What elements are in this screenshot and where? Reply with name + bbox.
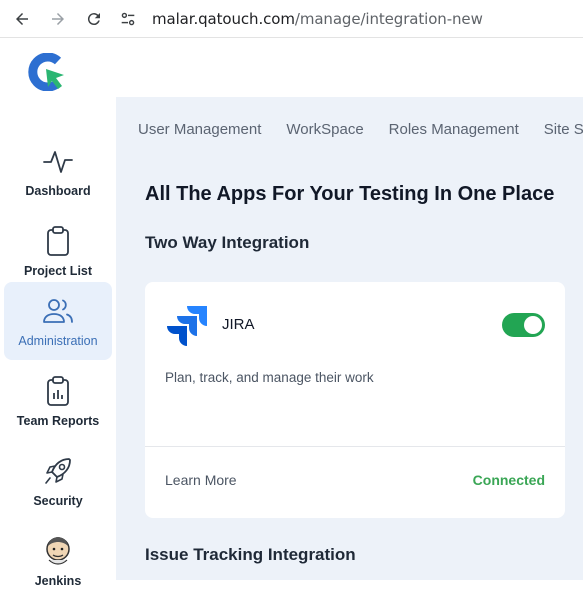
forward-button[interactable]	[40, 4, 76, 34]
browser-toolbar: malar.qatouch.com/manage/integration-new	[0, 0, 583, 38]
page-title: All The Apps For Your Testing In One Pla…	[145, 183, 555, 205]
back-arrow-icon	[16, 12, 28, 25]
forward-arrow-icon	[52, 12, 64, 25]
address-bar[interactable]: malar.qatouch.com/manage/integration-new	[118, 9, 483, 29]
tab-user-management[interactable]: User Management	[138, 121, 261, 138]
users-icon	[43, 299, 73, 323]
report-clipboard-icon	[47, 376, 69, 406]
integration-name: JIRA	[222, 316, 255, 333]
sidebar-item-label: Administration	[18, 334, 98, 348]
section-title-issue-tracking: Issue Tracking Integration	[145, 545, 356, 564]
tab-workspace[interactable]: WorkSpace	[286, 121, 363, 138]
integration-card-jira: JIRA Plan, track, and manage their work …	[145, 282, 565, 518]
toggle-knob	[524, 316, 542, 334]
connection-status: Connected	[472, 472, 545, 488]
site-settings-icon[interactable]	[118, 9, 138, 29]
sidebar-item-label: Jenkins	[34, 574, 82, 588]
jenkins-icon	[46, 537, 70, 565]
sidebar-item-label: Project List	[23, 264, 93, 278]
sidebar-item-security[interactable]: Security	[4, 442, 112, 520]
tab-site-settings[interactable]: Site S	[544, 121, 583, 138]
url-path: /manage/integration-new	[294, 9, 483, 28]
sidebar-item-label: Security	[33, 494, 83, 508]
main-content: User Management WorkSpace Roles Manageme…	[116, 97, 583, 580]
tab-roles-management[interactable]: Roles Management	[389, 121, 519, 138]
sidebar-item-dashboard[interactable]: Dashboard	[4, 132, 112, 210]
url-text: malar.qatouch.com/manage/integration-new	[152, 10, 483, 28]
sidebar: Dashboard Project List Administration Te…	[0, 97, 116, 588]
section-title-two-way-integration: Two Way Integration	[145, 233, 310, 252]
integration-toggle[interactable]	[502, 313, 545, 337]
url-host: malar.qatouch.com	[152, 9, 295, 28]
sidebar-item-project-list[interactable]: Project List	[4, 212, 112, 290]
pulse-icon	[43, 151, 73, 173]
sidebar-item-label: Dashboard	[25, 184, 91, 198]
app-header	[0, 39, 583, 97]
sidebar-item-team-reports[interactable]: Team Reports	[4, 362, 112, 440]
learn-more-link[interactable]: Learn More	[165, 472, 237, 488]
reload-button[interactable]	[76, 4, 112, 34]
sidebar-item-jenkins[interactable]: Jenkins	[4, 522, 112, 600]
sidebar-item-label: Team Reports	[16, 414, 100, 428]
admin-tabs: User Management WorkSpace Roles Manageme…	[138, 121, 583, 138]
qatouch-logo-icon[interactable]	[28, 53, 68, 91]
jira-logo-icon	[167, 306, 207, 346]
rocket-icon	[45, 458, 71, 484]
sidebar-item-administration[interactable]: Administration	[4, 282, 112, 360]
back-button[interactable]	[4, 4, 40, 34]
card-divider	[145, 446, 565, 447]
integration-description: Plan, track, and manage their work	[165, 370, 374, 385]
clipboard-icon	[47, 226, 69, 256]
reload-icon	[87, 12, 100, 25]
